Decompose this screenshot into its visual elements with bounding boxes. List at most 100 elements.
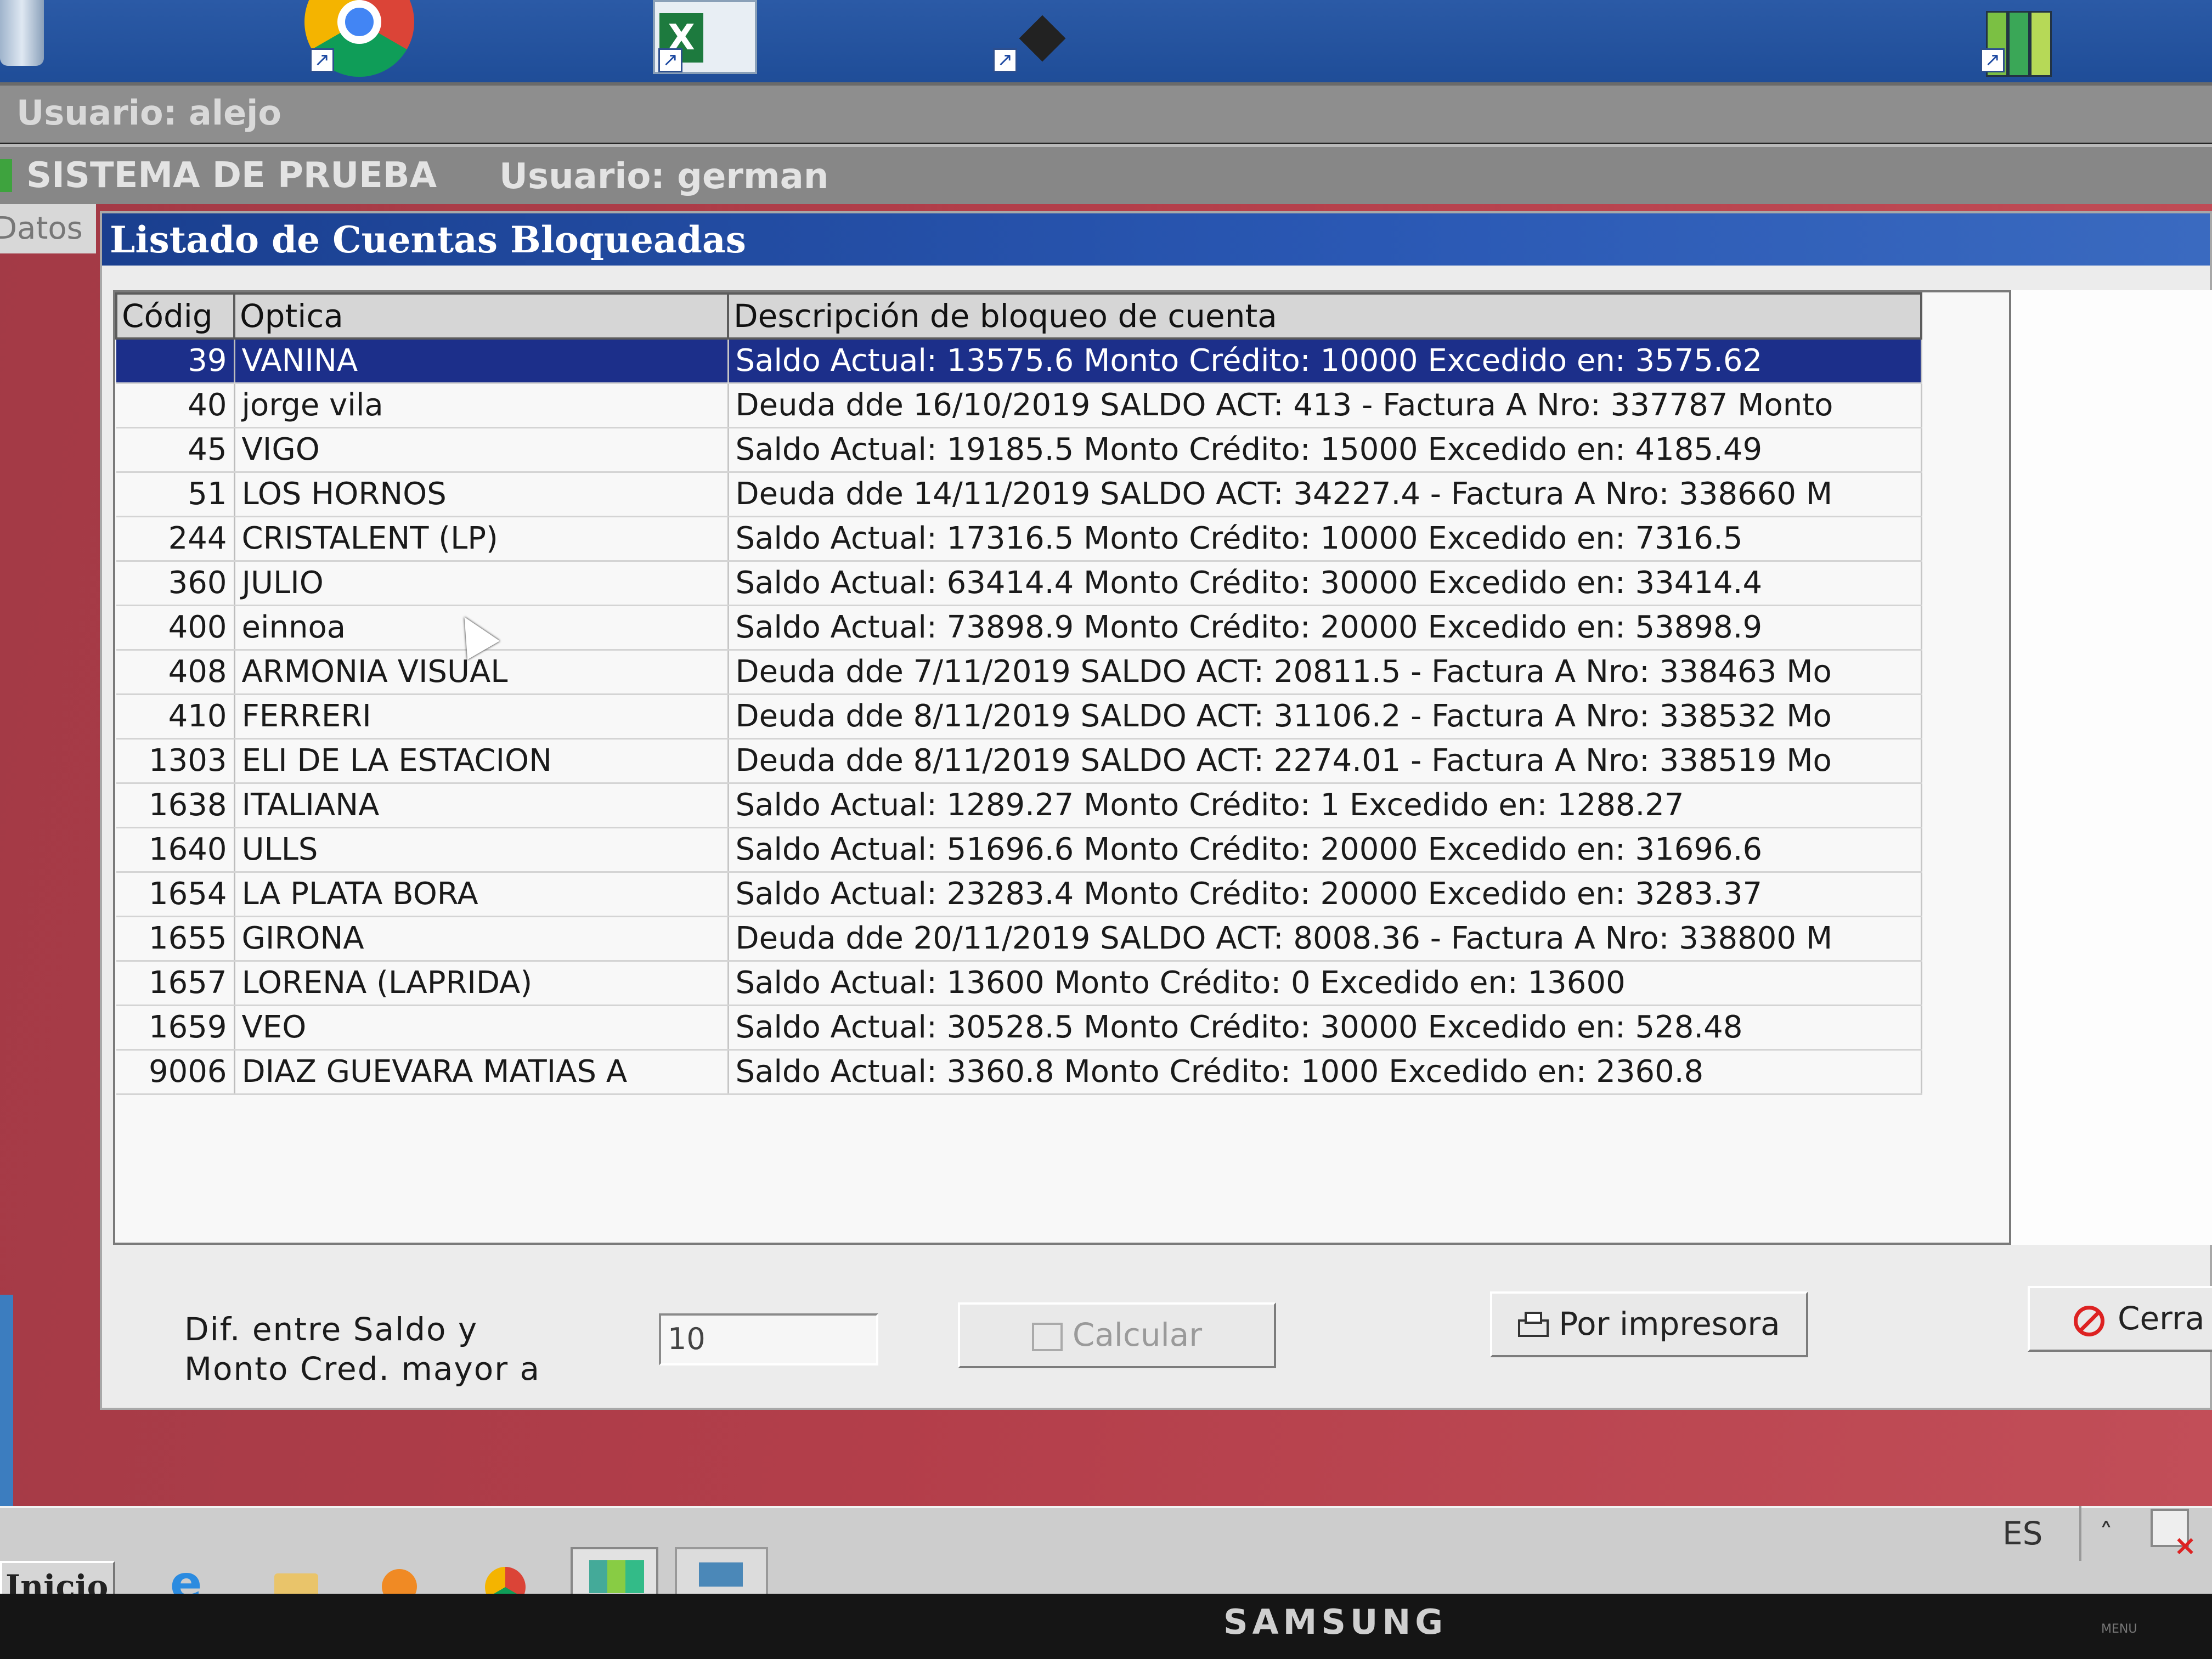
cell-descripcion[interactable]: Saldo Actual: 13575.6 Monto Crédito: 100… (728, 338, 1922, 384)
cell-codigo[interactable]: 1655 (116, 916, 235, 962)
cell-optica[interactable]: ELI DE LA ESTACION (234, 738, 729, 784)
cell-codigo[interactable]: 244 (116, 516, 235, 562)
cell-descripcion[interactable]: Saldo Actual: 30528.5 Monto Crédito: 300… (728, 1005, 1922, 1051)
outer-window-titlebar: Usuario: alejo (0, 82, 2212, 143)
cancel-icon (2074, 1306, 2104, 1336)
cell-optica[interactable]: FERRERI (234, 694, 729, 740)
excel-shortcut-icon[interactable]: X ↗ (653, 0, 757, 77)
app-shortcut-icon[interactable]: ↗ (988, 0, 1075, 77)
cell-optica[interactable]: GIRONA (234, 916, 729, 962)
table-row[interactable]: 1640 ULLS Saldo Actual: 51696.6 Monto Créd… (116, 827, 1922, 873)
app-user-label: Usuario: german (499, 156, 829, 197)
monitor-brand-logo: SAMSUNG (1223, 1602, 1448, 1642)
column-header-optica[interactable]: Optica (233, 292, 729, 340)
cell-codigo[interactable]: 40 (116, 383, 235, 428)
table-row[interactable]: 408 ARMONIA VISUAL Deuda dde 7/11/2019 SAL… (116, 650, 1922, 695)
table-row[interactable]: 244 CRISTALENT (LP) Saldo Actual: 17316.5 … (116, 516, 1922, 562)
table-row[interactable]: 39 VANINA Saldo Actual: 13575.6 Monto Créd… (116, 338, 1922, 384)
cell-codigo[interactable]: 9006 (116, 1049, 235, 1095)
cell-codigo[interactable]: 39 (116, 338, 235, 384)
taskbar (0, 1506, 2212, 1596)
cell-descripcion[interactable]: Saldo Actual: 73898.9 Monto Crédito: 200… (728, 605, 1922, 651)
difference-filter-label: Dif. entre Saldo y Monto Cred. mayor a (184, 1310, 540, 1389)
close-button[interactable]: Cerra (2028, 1286, 2212, 1352)
table-row[interactable]: 1303 ELI DE LA ESTACION Deuda dde 8/11/201… (116, 738, 1922, 784)
cell-optica[interactable]: VEO (234, 1005, 729, 1051)
calculator-icon (1031, 1322, 1063, 1351)
app-titlebar: SISTEMA DE PRUEBA Usuario: german (0, 144, 2212, 204)
table-row[interactable]: 1654 LA PLATA BORA Saldo Actual: 23283.4 M… (116, 872, 1922, 917)
table-row[interactable]: 51 LOS HORNOS Deuda dde 14/11/2019 SALDO A… (116, 472, 1922, 517)
cell-descripcion[interactable]: Saldo Actual: 1289.27 Monto Crédito: 1 E… (728, 783, 1922, 828)
cell-descripcion[interactable]: Saldo Actual: 19185.5 Monto Crédito: 150… (728, 427, 1922, 473)
cell-optica[interactable]: CRISTALENT (LP) (234, 516, 729, 562)
books-shortcut-icon[interactable]: ↗ (1975, 0, 2063, 77)
table-row[interactable]: 1659 VEO Saldo Actual: 30528.5 Monto Crédi… (116, 1005, 1922, 1051)
table-row[interactable]: 1657 LORENA (LAPRIDA) Saldo Actual: 13600 … (116, 961, 1922, 1006)
language-indicator[interactable]: ES (2002, 1506, 2063, 1561)
cell-codigo[interactable]: 1657 (116, 961, 235, 1006)
cell-optica[interactable]: ITALIANA (234, 783, 729, 828)
cell-codigo[interactable]: 360 (116, 561, 235, 606)
action-center-flag-icon[interactable] (2151, 1509, 2197, 1559)
cell-codigo[interactable]: 1654 (116, 872, 235, 917)
cell-optica[interactable]: LORENA (LAPRIDA) (234, 961, 729, 1006)
cell-codigo[interactable]: 1640 (116, 827, 235, 873)
cell-descripcion[interactable]: Saldo Actual: 23283.4 Monto Crédito: 200… (728, 872, 1922, 917)
table-row[interactable]: 45 VIGO Saldo Actual: 19185.5 Monto Crédit… (116, 427, 1922, 473)
cell-descripcion[interactable]: Deuda dde 14/11/2019 SALDO ACT: 34227.4 … (728, 472, 1922, 517)
cell-optica[interactable]: ARMONIA VISUAL (234, 650, 729, 695)
monitor-bezel: SAMSUNG MENU (0, 1594, 2212, 1659)
cell-codigo[interactable]: 1303 (116, 738, 235, 784)
cell-optica[interactable]: VANINA (234, 338, 729, 384)
cell-codigo[interactable]: 410 (116, 694, 235, 740)
cell-optica[interactable]: LOS HORNOS (234, 472, 729, 517)
cell-optica[interactable]: ULLS (234, 827, 729, 873)
cell-descripcion[interactable]: Deuda dde 8/11/2019 SALDO ACT: 31106.2 -… (728, 694, 1922, 740)
cell-codigo[interactable]: 51 (116, 472, 235, 517)
difference-filter-label-line1: Dif. entre Saldo y (184, 1311, 478, 1348)
cell-descripcion[interactable]: Saldo Actual: 63414.4 Monto Crédito: 300… (728, 561, 1922, 606)
cell-optica[interactable]: jorge vila (234, 383, 729, 428)
cell-descripcion[interactable]: Saldo Actual: 3360.8 Monto Crédito: 1000… (728, 1049, 1922, 1095)
cell-descripcion[interactable]: Deuda dde 7/11/2019 SALDO ACT: 20811.5 -… (728, 650, 1922, 695)
difference-threshold-input[interactable]: 10 (659, 1313, 878, 1365)
printer-icon (1518, 1311, 1549, 1340)
chrome-shortcut-icon[interactable]: ↗ (304, 0, 414, 77)
column-header-descripcion[interactable]: Descripción de bloqueo de cuenta (727, 292, 1922, 340)
cell-codigo[interactable]: 1659 (116, 1005, 235, 1051)
cell-descripcion[interactable]: Deuda dde 20/11/2019 SALDO ACT: 8008.36 … (728, 916, 1922, 962)
app-icon (0, 159, 12, 192)
outer-user-label: Usuario: alejo (16, 93, 282, 133)
dialog-titlebar[interactable]: Listado de Cuentas Bloqueadas (102, 213, 2210, 266)
accounts-grid[interactable]: Códig Optica Descripción de bloqueo de c… (113, 290, 2011, 1245)
side-tab-datos[interactable]: Datos (0, 204, 96, 253)
print-button[interactable]: Por impresora (1490, 1291, 1808, 1357)
table-row[interactable]: 1655 GIRONA Deuda dde 20/11/2019 SALDO ACT… (116, 916, 1922, 962)
cell-descripcion[interactable]: Deuda dde 16/10/2019 SALDO ACT: 413 - Fa… (728, 383, 1922, 428)
cell-optica[interactable]: DIAZ GUEVARA MATIAS A (234, 1049, 729, 1095)
cell-descripcion[interactable]: Saldo Actual: 51696.6 Monto Crédito: 200… (728, 827, 1922, 873)
cell-optica[interactable]: JULIO (234, 561, 729, 606)
table-row[interactable]: 400 einnoa Saldo Actual: 73898.9 Monto Cré… (116, 605, 1922, 651)
desktop-area: ↗ X ↗ ↗ ↗ (0, 0, 2212, 82)
table-row[interactable]: 360 JULIO Saldo Actual: 63414.4 Monto Créd… (116, 561, 1922, 606)
cell-descripcion[interactable]: Saldo Actual: 17316.5 Monto Crédito: 100… (728, 516, 1922, 562)
cell-optica[interactable]: LA PLATA BORA (234, 872, 729, 917)
show-hidden-icons-button[interactable]: ˄ (2079, 1506, 2131, 1561)
recycle-bin-icon[interactable] (0, 0, 88, 77)
cell-codigo[interactable]: 400 (116, 605, 235, 651)
cell-descripcion[interactable]: Saldo Actual: 13600 Monto Crédito: 0 Exc… (728, 961, 1922, 1006)
system-name: SISTEMA DE PRUEBA (26, 155, 437, 196)
cell-codigo[interactable]: 45 (116, 427, 235, 473)
table-row[interactable]: 1638 ITALIANA Saldo Actual: 1289.27 Monto … (116, 783, 1922, 828)
table-row[interactable]: 410 FERRERI Deuda dde 8/11/2019 SALDO ACT:… (116, 694, 1922, 740)
cell-codigo[interactable]: 408 (116, 650, 235, 695)
calculate-button[interactable]: Calcular (958, 1302, 1276, 1368)
table-row[interactable]: 40 jorge vila Deuda dde 16/10/2019 SALDO A… (116, 383, 1922, 428)
column-header-codigo[interactable]: Códig (115, 292, 235, 340)
cell-codigo[interactable]: 1638 (116, 783, 235, 828)
cell-descripcion[interactable]: Deuda dde 8/11/2019 SALDO ACT: 2274.01 -… (728, 738, 1922, 784)
cell-optica[interactable]: VIGO (234, 427, 729, 473)
table-row[interactable]: 9006 DIAZ GUEVARA MATIAS A Saldo Actual: 3… (116, 1049, 1922, 1095)
